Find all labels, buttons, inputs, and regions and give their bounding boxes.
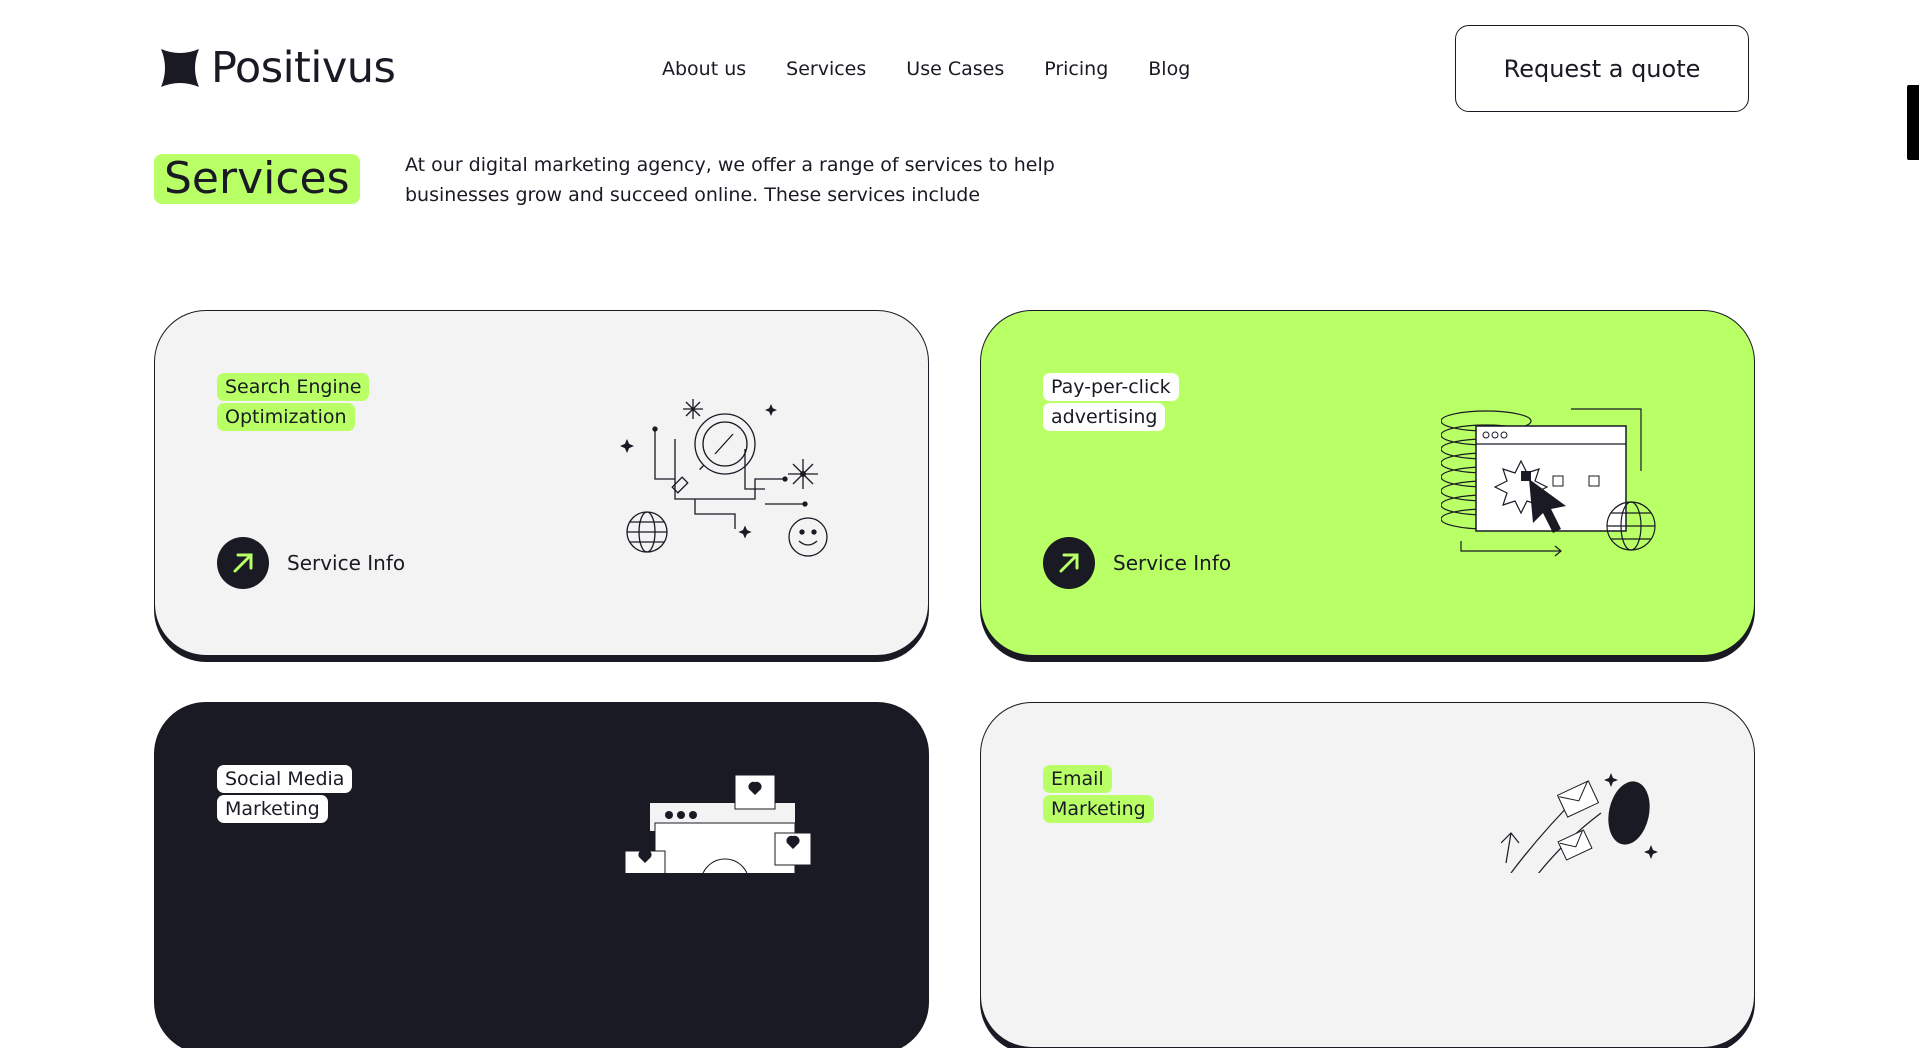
service-info-link[interactable]: Service Info [217,537,405,589]
request-quote-button[interactable]: Request a quote [1455,25,1749,112]
nav-pricing[interactable]: Pricing [1044,58,1108,80]
service-card-seo: Search Engine Optimization Service Info [154,310,929,656]
email-illustration-icon [1501,773,1658,873]
nav-services[interactable]: Services [786,58,866,80]
nav-use-cases[interactable]: Use Cases [906,58,1004,80]
card-title: Social Media Marketing [217,765,353,825]
card-title-line: Pay-per-click [1043,373,1179,401]
card-title: Pay-per-click advertising [1043,373,1179,433]
service-card-email-marketing: Email Marketing [980,702,1755,1048]
nav-blog[interactable]: Blog [1148,58,1190,80]
social-media-illustration-icon [625,774,812,873]
card-title-line: Optimization [217,403,355,431]
card-title-line: Marketing [1043,795,1154,823]
card-title-line: Search Engine [217,373,370,401]
service-card-ppc: Pay-per-click advertising Service Info [980,310,1755,656]
logo-star-icon [161,49,199,87]
logo[interactable]: Positivus [159,42,396,93]
card-title: Email Marketing [1043,765,1154,825]
seo-illustration-icon [620,399,828,557]
arrow-icon [1043,537,1095,589]
service-card-social-media: Social Media Marketing [154,702,929,1048]
service-info-label: Service Info [287,551,406,575]
nav-about-us[interactable]: About us [662,58,746,80]
main-nav: About us Services Use Cases Pricing Blog [662,58,1190,80]
section-description: At our digital marketing agency, we offe… [405,154,1055,206]
scrollbar-thumb[interactable] [1907,85,1919,160]
ppc-illustration-icon [1441,408,1656,557]
arrow-icon [217,537,269,589]
site-header: Positivus About us Services Use Cases Pr… [0,0,1919,140]
card-title-line: Marketing [217,795,328,823]
card-title-line: advertising [1043,403,1166,431]
logo-text: Positivus [211,42,396,93]
service-info-link[interactable]: Service Info [1043,537,1231,589]
card-title: Search Engine Optimization [217,373,370,433]
card-title-line: Social Media [217,765,353,793]
card-title-line: Email [1043,765,1112,793]
service-info-label: Service Info [1113,551,1232,575]
section-title: Services [154,154,360,204]
